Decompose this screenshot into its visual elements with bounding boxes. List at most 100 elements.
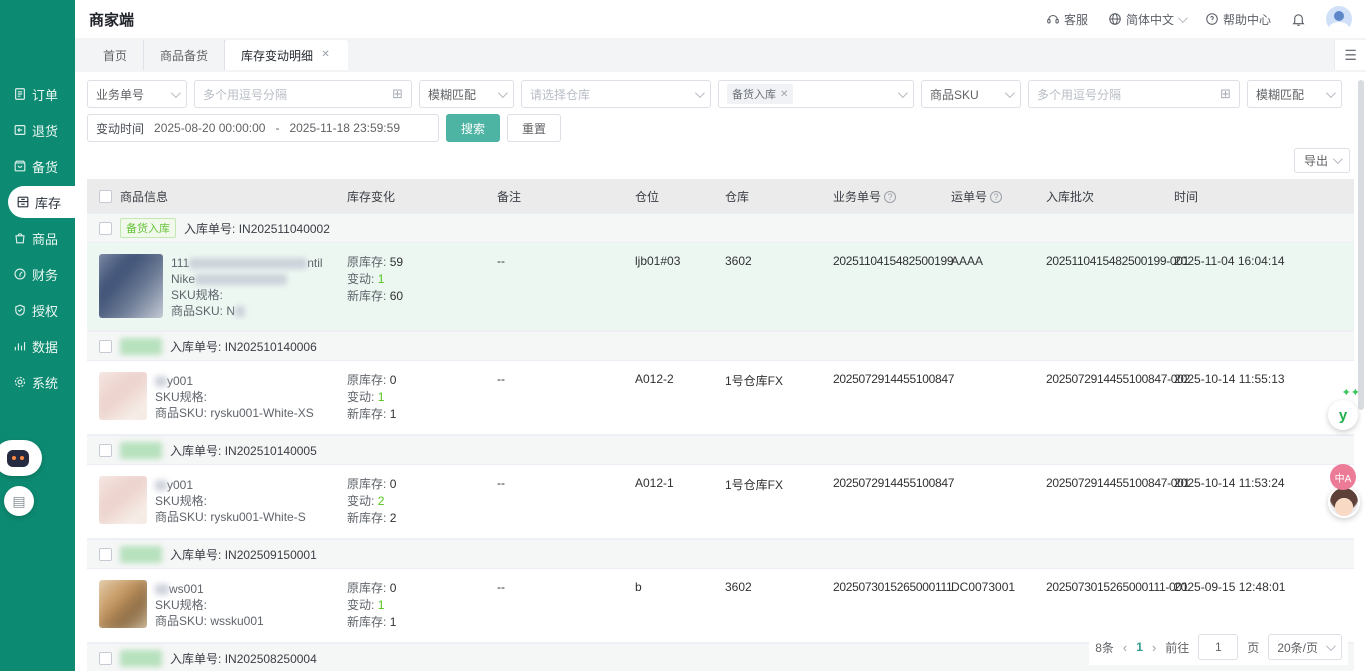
current-page[interactable]: 1 [1136, 640, 1143, 654]
sidebar-item-3[interactable]: 库存 [8, 186, 75, 218]
biz-type-select[interactable]: 备货入库✕ [718, 80, 914, 108]
sidebar-item-0[interactable]: 订单 [0, 76, 75, 112]
group-tag [120, 546, 162, 563]
tab-product-stocking[interactable]: 商品备货 [144, 40, 225, 70]
extension-y-button[interactable]: y [1328, 400, 1358, 430]
orig-stock-value: 0 [390, 581, 397, 595]
group-tag: 备货入库 [120, 218, 176, 238]
tab-menu-button[interactable]: ☰ [1334, 40, 1366, 70]
product-lines: ws001SKU规格:商品SKU: wssku001 [155, 580, 264, 629]
prev-page-button[interactable]: ‹ [1123, 640, 1127, 655]
group-checkbox[interactable] [99, 222, 112, 235]
warehouse-cell: 3602 [725, 580, 833, 594]
stocking-icon [13, 159, 27, 173]
user-avatar[interactable] [1326, 6, 1352, 32]
table-body: 备货入库 入库单号: IN202511040002 111ntilNikeSKU… [87, 213, 1354, 671]
authorization-icon [13, 303, 27, 317]
inbound-order-no: IN202510140005 [225, 444, 317, 458]
sidebar-item-5[interactable]: 财务 [0, 256, 75, 292]
search-button[interactable]: 搜索 [446, 114, 500, 142]
help-icon[interactable]: ? [990, 191, 1002, 203]
biz-no-input[interactable]: 多个用逗号分隔⊞ [194, 80, 412, 108]
group-checkbox[interactable] [99, 548, 112, 561]
sidebar-item-label: 数据 [32, 337, 58, 356]
date-from[interactable]: 2025-08-20 00:00:00 [154, 121, 265, 135]
order-icon [13, 87, 27, 101]
notes-float-button[interactable]: ▤ [4, 486, 34, 516]
match-mode-select-2[interactable]: 模糊匹配 [1247, 80, 1342, 108]
tab-home[interactable]: 首页 [87, 40, 144, 70]
product-icon [13, 231, 27, 245]
col-warehouse: 仓库 [725, 188, 833, 205]
group-checkbox[interactable] [99, 444, 112, 457]
table-row[interactable]: y001SKU规格:商品SKU: rysku001-White-S 原库存: 0… [87, 465, 1354, 539]
warehouse-select[interactable]: 请选择仓库 [521, 80, 711, 108]
sidebar-item-label: 系统 [32, 373, 58, 392]
new-stock-value: 1 [390, 407, 397, 421]
inbound-order-label: 入库单号: IN202510140005 [170, 442, 317, 459]
customer-service-button[interactable]: 客服 [1046, 11, 1088, 28]
main-content: 业务单号 多个用逗号分隔⊞ 模糊匹配 请选择仓库 备货入库✕ 商品SKU 多个用… [75, 72, 1366, 671]
sku-input[interactable]: 多个用逗号分隔⊞ [1028, 80, 1240, 108]
help-center-button[interactable]: 帮助中心 [1205, 11, 1271, 28]
sidebar-item-8[interactable]: 系统 [0, 364, 75, 400]
table-row[interactable]: 111ntilNikeSKU规格:商品SKU: N 原库存: 59 变动: 1 … [87, 243, 1354, 331]
export-button[interactable]: 导出 [1294, 148, 1350, 173]
sidebar-item-6[interactable]: 授权 [0, 292, 75, 328]
product-lines: y001SKU规格:商品SKU: rysku001-White-S [155, 476, 306, 525]
biz-no-cell: 2025073015265000111 [833, 580, 951, 594]
sidebar-item-label: 退货 [32, 121, 58, 140]
group-checkbox[interactable] [99, 340, 112, 353]
group-tag [120, 442, 162, 459]
scrollbar[interactable] [1358, 80, 1364, 410]
reset-button[interactable]: 重置 [507, 114, 561, 142]
group-row[interactable]: 入库单号: IN202509150001 [87, 539, 1354, 569]
tab-close-icon[interactable]: ✕ [319, 49, 332, 62]
help-icon[interactable]: ? [884, 191, 896, 203]
translate-float-button[interactable]: 中A [1330, 464, 1356, 490]
group-checkbox[interactable] [99, 652, 112, 665]
batch-cell: 2025110415482500199-001 [1046, 254, 1174, 268]
assistant-robot-button[interactable] [0, 440, 42, 476]
remark-cell: -- [497, 580, 635, 594]
biz-no-type-select[interactable]: 业务单号 [87, 80, 187, 108]
sidebar-item-1[interactable]: 退货 [0, 112, 75, 148]
tab-label: 库存变动明细 [241, 47, 313, 64]
time-cell: 2025-10-14 11:53:24 [1174, 476, 1350, 490]
waybill-cell: DC0073001 [951, 580, 1046, 594]
group-row[interactable]: 入库单号: IN202510140005 [87, 435, 1354, 465]
sidebar-item-4[interactable]: 商品 [0, 220, 75, 256]
filter-row-2: 变动时间 2025-08-20 00:00:00 - 2025-11-18 23… [87, 114, 1354, 142]
date-range-picker[interactable]: 变动时间 2025-08-20 00:00:00 - 2025-11-18 23… [87, 114, 439, 142]
topbar: 商家端 客服 简体中文 帮助中心 [75, 0, 1366, 38]
inbound-order-no: IN202509150001 [225, 548, 317, 562]
expand-input-icon[interactable]: ⊞ [392, 86, 403, 102]
table-row[interactable]: y001SKU规格:商品SKU: rysku001-White-XS 原库存: … [87, 361, 1354, 435]
match-mode-select[interactable]: 模糊匹配 [419, 80, 514, 108]
bell-icon[interactable] [1291, 12, 1306, 27]
finance-icon [13, 267, 27, 281]
product-thumb [99, 476, 147, 524]
chip-remove-icon[interactable]: ✕ [780, 89, 788, 100]
select-all-checkbox[interactable] [99, 190, 112, 203]
inbound-order-label: 入库单号: IN202510140006 [170, 338, 317, 355]
next-page-button[interactable]: › [1152, 640, 1156, 655]
expand-input-icon[interactable]: ⊞ [1220, 86, 1231, 102]
inbound-order-label: 入库单号: IN202509150001 [170, 546, 317, 563]
sku-type-select[interactable]: 商品SKU [921, 80, 1021, 108]
goto-label: 前往 [1165, 639, 1189, 656]
tab-inventory-change-detail[interactable]: 库存变动明细 ✕ [225, 40, 348, 70]
page-input[interactable] [1198, 634, 1238, 660]
biz-no-cell: 2025072914455100847 [833, 372, 951, 386]
biz-type-chip[interactable]: 备货入库✕ [727, 84, 793, 104]
group-row[interactable]: 备货入库 入库单号: IN202511040002 [87, 213, 1354, 243]
date-to[interactable]: 2025-11-18 23:59:59 [289, 121, 400, 135]
warehouse-cell: 1号仓库FX [725, 372, 833, 389]
language-switcher[interactable]: 简体中文 [1108, 11, 1185, 28]
page-size-select[interactable]: 20条/页 [1268, 634, 1342, 660]
sidebar-item-7[interactable]: 数据 [0, 328, 75, 364]
sidebar-item-2[interactable]: 备货 [0, 148, 75, 184]
profile-float-avatar[interactable] [1328, 486, 1360, 518]
new-stock-value: 1 [390, 615, 397, 629]
group-row[interactable]: 入库单号: IN202510140006 [87, 331, 1354, 361]
